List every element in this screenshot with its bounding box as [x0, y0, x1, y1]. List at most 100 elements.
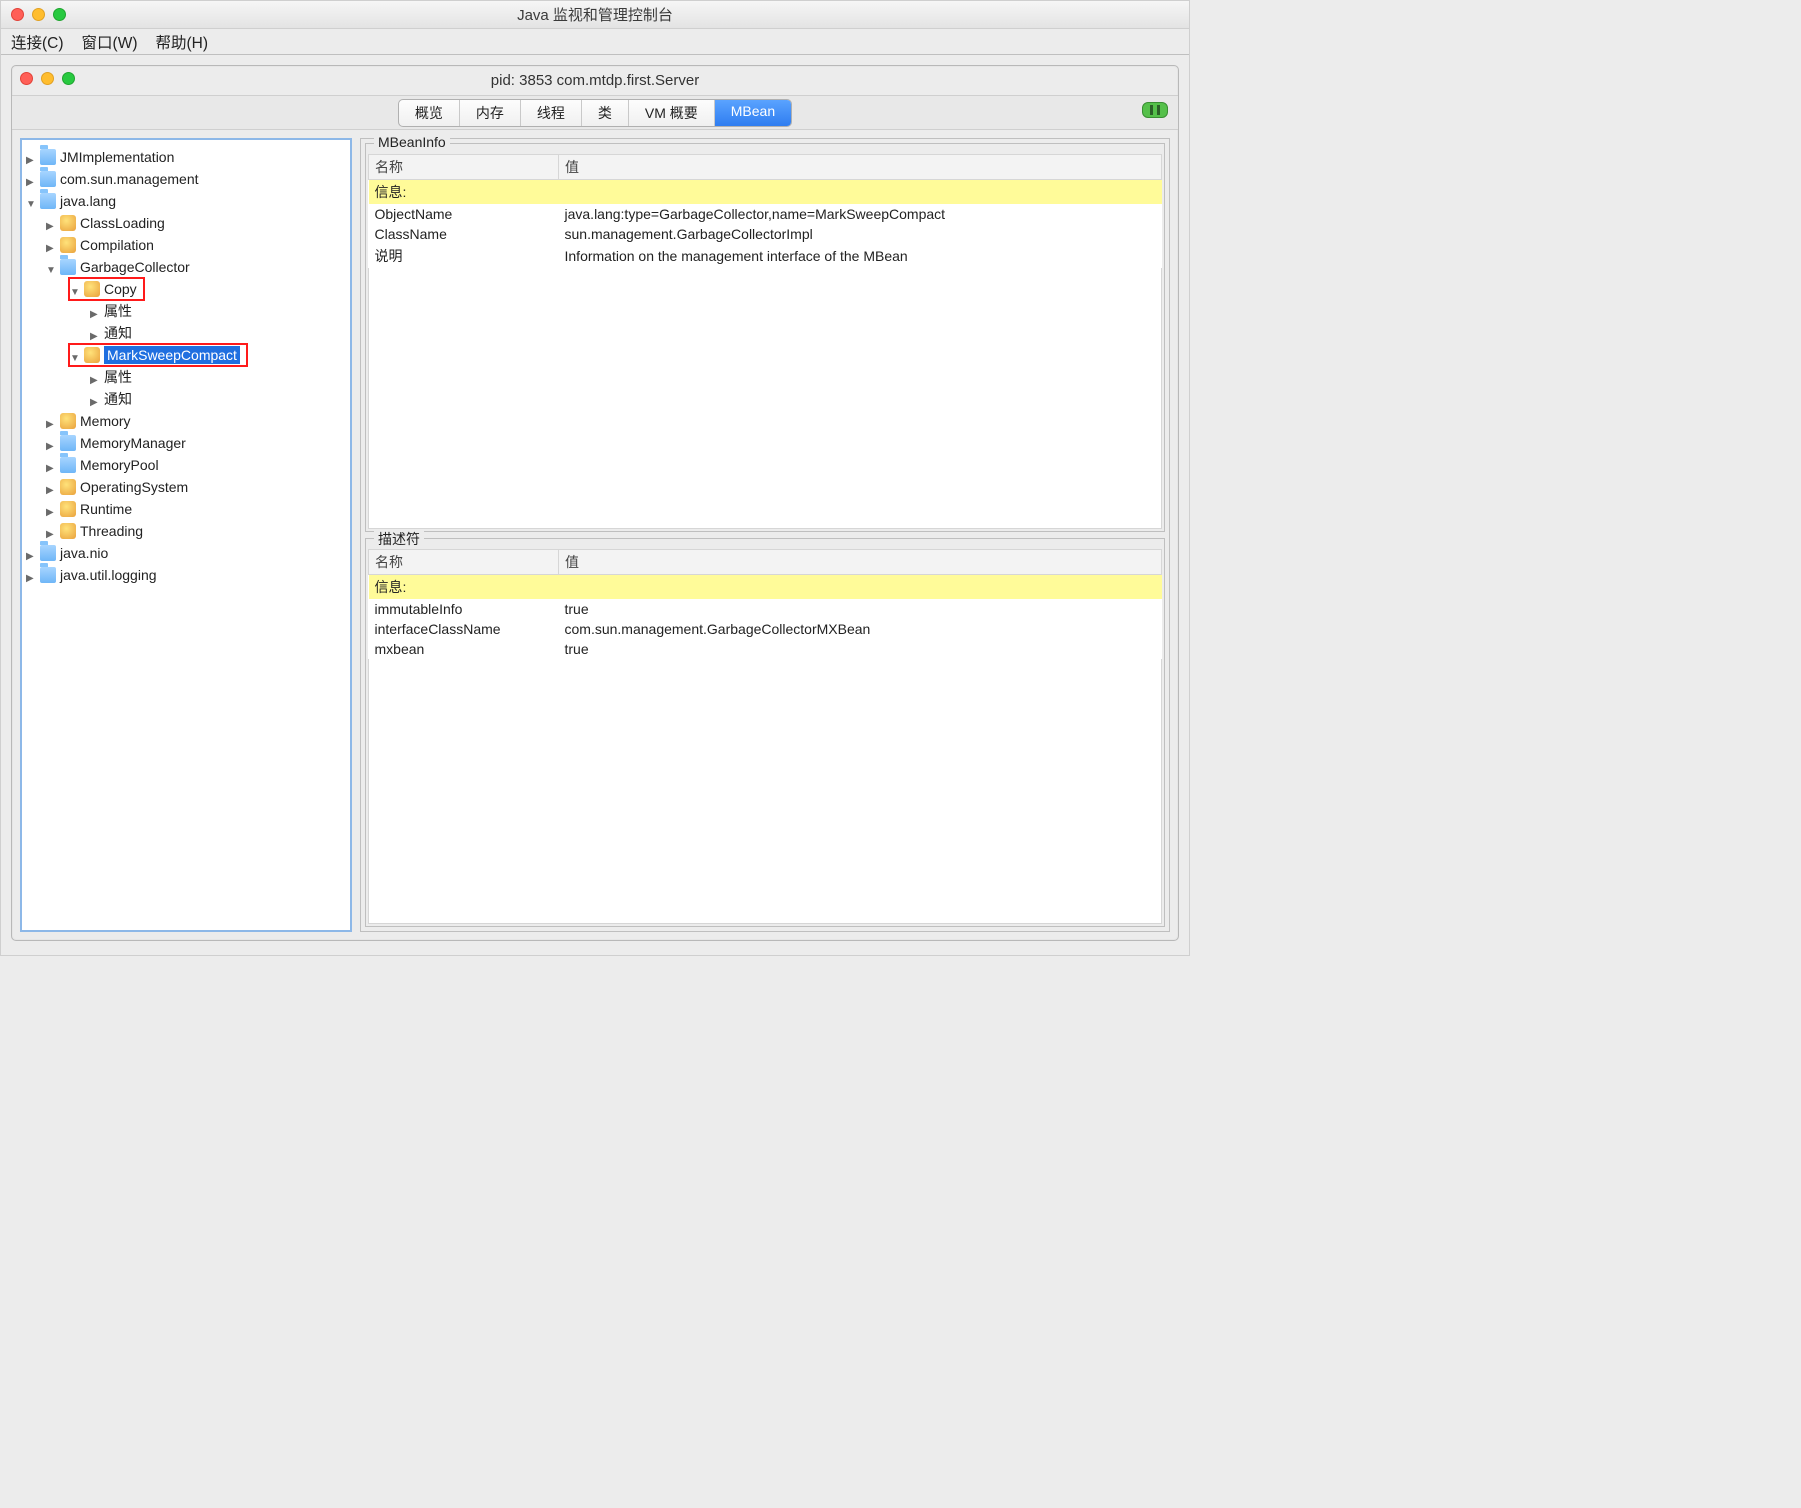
- tab-overview[interactable]: 概览: [399, 100, 460, 126]
- tree-label: MemoryManager: [80, 435, 186, 451]
- tree-node-memorypool[interactable]: MemoryPool: [24, 454, 348, 476]
- cell: 信息:: [369, 575, 559, 600]
- folder-icon: [40, 545, 56, 561]
- cell: ObjectName: [369, 204, 559, 224]
- tree-label-selected: MarkSweepCompact: [104, 346, 240, 364]
- window-title: Java 监视和管理控制台: [1, 4, 1189, 25]
- tree-node-memory[interactable]: Memory: [24, 410, 348, 432]
- tree-label: java.util.logging: [60, 567, 157, 583]
- table-row[interactable]: ObjectName java.lang:type=GarbageCollect…: [369, 204, 1162, 224]
- tree-node-memorymanager[interactable]: MemoryManager: [24, 432, 348, 454]
- tree-label: java.nio: [60, 545, 108, 561]
- zoom-icon[interactable]: [53, 8, 66, 21]
- col-name[interactable]: 名称: [369, 155, 559, 180]
- tree-node-jmimplementation[interactable]: JMImplementation: [24, 146, 348, 168]
- tree-node-java-nio[interactable]: java.nio: [24, 542, 348, 564]
- traffic-lights: [1, 8, 66, 21]
- tree-node-java-util-logging[interactable]: java.util.logging: [24, 564, 348, 586]
- tree-label: com.sun.management: [60, 171, 199, 187]
- tree-label: OperatingSystem: [80, 479, 188, 495]
- folder-icon: [40, 149, 56, 165]
- cell: ClassName: [369, 224, 559, 244]
- col-name[interactable]: 名称: [369, 550, 559, 575]
- mbeaninfo-table[interactable]: 名称 值 信息: ObjectName java.lang:type=Garba…: [368, 154, 1162, 268]
- tree-node-garbagecollector[interactable]: GarbageCollector: [24, 256, 348, 278]
- cell: 信息:: [369, 180, 559, 205]
- table-row[interactable]: 说明 Information on the management interfa…: [369, 244, 1162, 268]
- menu-connect[interactable]: 连接(C): [11, 31, 64, 53]
- cell: java.lang:type=GarbageCollector,name=Mar…: [559, 204, 1162, 224]
- tree-label: ClassLoading: [80, 215, 165, 231]
- tree-label: 通知: [104, 389, 132, 409]
- tree-label: 属性: [104, 301, 132, 321]
- col-value[interactable]: 值: [559, 550, 1162, 575]
- tree-node-classloading[interactable]: ClassLoading: [24, 212, 348, 234]
- bean-icon: [60, 523, 76, 539]
- mbeaninfo-group: MBeanInfo 名称 值 信息: ObjectName: [365, 143, 1165, 532]
- table-row[interactable]: immutableInfo true: [369, 599, 1162, 619]
- cell: interfaceClassName: [369, 619, 559, 639]
- tree-node-msc-notif[interactable]: 通知: [24, 388, 348, 410]
- mbean-tree[interactable]: JMImplementation com.sun.management java…: [20, 138, 352, 932]
- tree-node-marksweepcompact[interactable]: MarkSweepCompact: [24, 344, 348, 366]
- table-empty-area: [368, 268, 1162, 529]
- tree-node-threading[interactable]: Threading: [24, 520, 348, 542]
- menu-help[interactable]: 帮助(H): [155, 31, 208, 53]
- folder-icon: [60, 457, 76, 473]
- internal-title: pid: 3853 com.mtdp.first.Server: [491, 72, 699, 89]
- internal-traffic-lights: [20, 72, 75, 85]
- tree-node-java-lang[interactable]: java.lang: [24, 190, 348, 212]
- descriptor-title: 描述符: [374, 529, 424, 549]
- cell: immutableInfo: [369, 599, 559, 619]
- bean-icon: [60, 479, 76, 495]
- tab-vm[interactable]: VM 概要: [629, 100, 715, 126]
- tab-threads[interactable]: 线程: [521, 100, 582, 126]
- tree-label: GarbageCollector: [80, 259, 190, 275]
- tab-mbean[interactable]: MBean: [715, 100, 791, 126]
- tree-node-copy-notif[interactable]: 通知: [24, 322, 348, 344]
- bean-icon: [60, 413, 76, 429]
- bean-icon: [84, 347, 100, 363]
- tree-label: java.lang: [60, 193, 116, 209]
- tree-label: Compilation: [80, 237, 154, 253]
- folder-icon: [40, 193, 56, 209]
- close-icon[interactable]: [11, 8, 24, 21]
- table-row[interactable]: 信息:: [369, 180, 1162, 205]
- cell: true: [559, 639, 1162, 659]
- tree-node-operatingsystem[interactable]: OperatingSystem: [24, 476, 348, 498]
- table-row[interactable]: interfaceClassName com.sun.management.Ga…: [369, 619, 1162, 639]
- tabbar: 概览 内存 线程 类 VM 概要 MBean: [12, 96, 1178, 130]
- cell: true: [559, 599, 1162, 619]
- table-row[interactable]: 信息:: [369, 575, 1162, 600]
- descriptor-group: 描述符 名称 值 信息: immutableInfo: [365, 538, 1165, 927]
- tab-memory[interactable]: 内存: [460, 100, 521, 126]
- menu-window[interactable]: 窗口(W): [82, 31, 138, 53]
- folder-icon: [60, 259, 76, 275]
- tree-node-msc-attr[interactable]: 属性: [24, 366, 348, 388]
- table-empty-area: [368, 659, 1162, 924]
- tree-label: JMImplementation: [60, 149, 174, 165]
- tree-node-copy-attr[interactable]: 属性: [24, 300, 348, 322]
- table-row[interactable]: ClassName sun.management.GarbageCollecto…: [369, 224, 1162, 244]
- tab-classes[interactable]: 类: [582, 100, 629, 126]
- internal-minimize-icon[interactable]: [41, 72, 54, 85]
- tree-node-compilation[interactable]: Compilation: [24, 234, 348, 256]
- internal-zoom-icon[interactable]: [62, 72, 75, 85]
- tree-label: 属性: [104, 367, 132, 387]
- tree-node-com-sun-management[interactable]: com.sun.management: [24, 168, 348, 190]
- tree-label: Threading: [80, 523, 143, 539]
- cell: sun.management.GarbageCollectorImpl: [559, 224, 1162, 244]
- internal-close-icon[interactable]: [20, 72, 33, 85]
- descriptor-table[interactable]: 名称 值 信息: immutableInfo true int: [368, 549, 1162, 659]
- col-value[interactable]: 值: [559, 155, 1162, 180]
- tree-node-runtime[interactable]: Runtime: [24, 498, 348, 520]
- mbeaninfo-title: MBeanInfo: [374, 134, 450, 150]
- table-row[interactable]: mxbean true: [369, 639, 1162, 659]
- folder-icon: [60, 435, 76, 451]
- tree-label: Runtime: [80, 501, 132, 517]
- cell: 说明: [369, 244, 559, 268]
- internal-titlebar: pid: 3853 com.mtdp.first.Server: [12, 66, 1178, 96]
- minimize-icon[interactable]: [32, 8, 45, 21]
- tab-segment: 概览 内存 线程 类 VM 概要 MBean: [398, 99, 792, 127]
- tree-node-copy[interactable]: Copy: [24, 278, 348, 300]
